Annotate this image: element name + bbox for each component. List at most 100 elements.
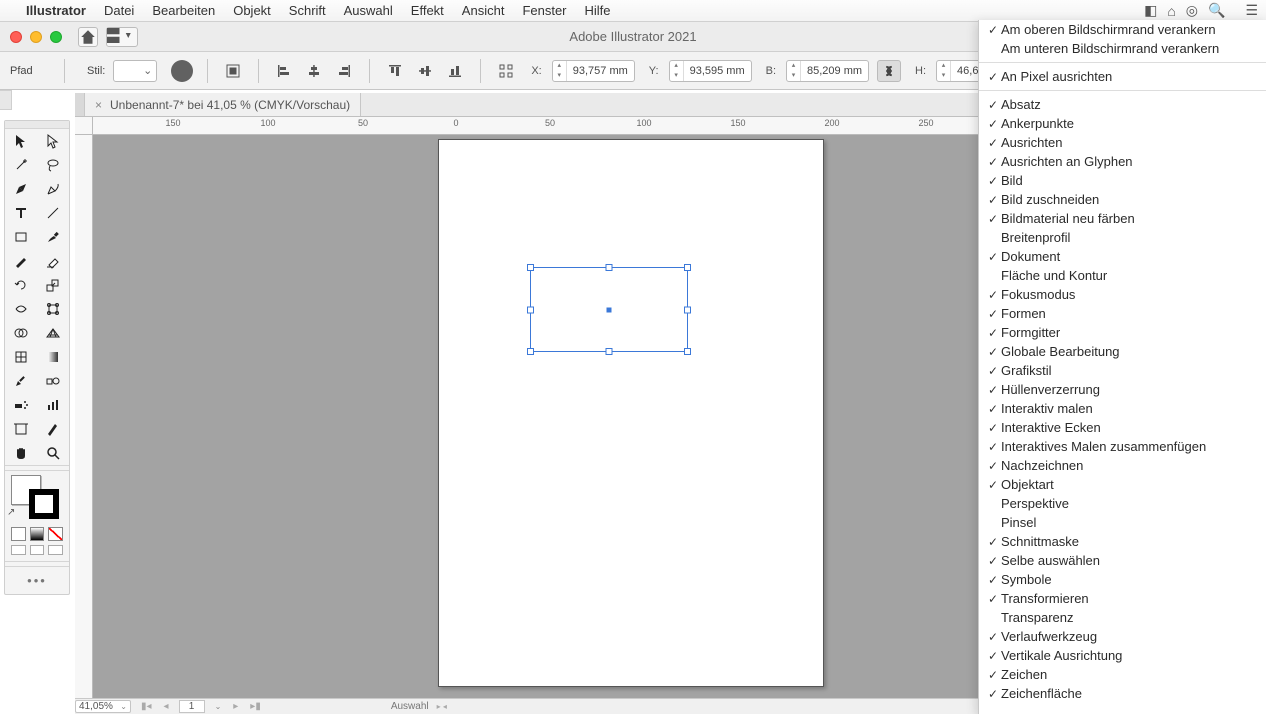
window-zoom-button[interactable] bbox=[50, 31, 62, 43]
menu-item[interactable]: ✓Formgitter bbox=[979, 323, 1266, 342]
selection-handle[interactable] bbox=[684, 348, 691, 355]
document-tab[interactable]: × Unbenannt-7* bei 41,05 % (CMYK/Vorscha… bbox=[85, 93, 361, 116]
column-graph-tool-icon[interactable] bbox=[37, 393, 69, 417]
menu-item[interactable]: Breitenprofil bbox=[979, 228, 1266, 247]
zoom-tool-icon[interactable] bbox=[37, 441, 69, 465]
menu-item[interactable]: ✓Verlaufwerkzeug bbox=[979, 627, 1266, 646]
draw-inside-icon[interactable] bbox=[48, 545, 63, 555]
menu-item[interactable]: ✓Zeichenfläche bbox=[979, 684, 1266, 703]
mesh-tool-icon[interactable] bbox=[5, 345, 37, 369]
y-value-field[interactable]: ▴▾93,595 mm bbox=[669, 60, 752, 82]
fill-stroke-widget[interactable]: ↗ bbox=[5, 471, 69, 525]
ruler-origin[interactable] bbox=[75, 117, 93, 135]
magic-wand-tool-icon[interactable] bbox=[5, 153, 37, 177]
curvature-tool-icon[interactable] bbox=[37, 177, 69, 201]
menu-item[interactable]: ✓An Pixel ausrichten bbox=[979, 67, 1266, 86]
shaper-tool-icon[interactable] bbox=[5, 249, 37, 273]
zoom-field[interactable]: 41,05%⌄ bbox=[75, 700, 131, 713]
menu-item[interactable]: ✓Zeichen bbox=[979, 665, 1266, 684]
menu-hilfe[interactable]: Hilfe bbox=[585, 3, 611, 18]
menu-item[interactable]: ✓Interaktives Malen zusammenfügen bbox=[979, 437, 1266, 456]
stroke-swatch[interactable] bbox=[29, 489, 59, 519]
align-hcenter-icon[interactable] bbox=[303, 60, 325, 82]
paintbrush-tool-icon[interactable] bbox=[37, 225, 69, 249]
artboard-last-icon[interactable]: ▸▮ bbox=[248, 701, 263, 712]
artboard-tool-icon[interactable] bbox=[5, 417, 37, 441]
menu-item[interactable]: Transparenz bbox=[979, 608, 1266, 627]
selection-handle[interactable] bbox=[684, 306, 691, 313]
menu-item[interactable]: ✓Ausrichten bbox=[979, 133, 1266, 152]
selection-handle[interactable] bbox=[527, 264, 534, 271]
width-value-field[interactable]: ▴▾85,209 mm bbox=[786, 60, 869, 82]
direct-selection-tool-icon[interactable] bbox=[37, 129, 69, 153]
rotate-tool-icon[interactable] bbox=[5, 273, 37, 297]
tabbar-grip[interactable] bbox=[75, 93, 85, 116]
menu-item[interactable]: Pinsel bbox=[979, 513, 1266, 532]
type-tool-icon[interactable] bbox=[5, 201, 37, 225]
menu-item[interactable]: ✓Symbole bbox=[979, 570, 1266, 589]
statusbar-icon[interactable]: ◧ bbox=[1144, 2, 1157, 19]
status-dropdown-icon[interactable]: ▸ ◂ bbox=[437, 702, 447, 711]
selection-handle[interactable] bbox=[684, 264, 691, 271]
link-wh-button[interactable] bbox=[877, 60, 901, 82]
menu-item[interactable]: ✓Transformieren bbox=[979, 589, 1266, 608]
symbol-sprayer-tool-icon[interactable] bbox=[5, 393, 37, 417]
menu-item[interactable]: Perspektive bbox=[979, 494, 1266, 513]
menu-item[interactable]: ✓Objektart bbox=[979, 475, 1266, 494]
workspace-switcher[interactable] bbox=[106, 27, 138, 47]
selection-tool-icon[interactable] bbox=[5, 129, 37, 153]
menu-item[interactable]: ✓Bild bbox=[979, 171, 1266, 190]
pen-tool-icon[interactable] bbox=[5, 177, 37, 201]
none-mode-icon[interactable] bbox=[48, 527, 63, 541]
free-transform-tool-icon[interactable] bbox=[37, 297, 69, 321]
scale-tool-icon[interactable] bbox=[37, 273, 69, 297]
perspective-grid-tool-icon[interactable] bbox=[37, 321, 69, 345]
selected-rectangle[interactable] bbox=[530, 267, 688, 352]
menu-item[interactable]: ✓Schnittmaske bbox=[979, 532, 1266, 551]
lasso-tool-icon[interactable] bbox=[37, 153, 69, 177]
control-center-icon[interactable]: ☰ bbox=[1245, 2, 1258, 19]
gradient-tool-icon[interactable] bbox=[37, 345, 69, 369]
selection-handle[interactable] bbox=[527, 348, 534, 355]
menu-effekt[interactable]: Effekt bbox=[411, 3, 444, 18]
menu-objekt[interactable]: Objekt bbox=[233, 3, 271, 18]
draw-normal-icon[interactable] bbox=[11, 545, 26, 555]
menu-ansicht[interactable]: Ansicht bbox=[462, 3, 505, 18]
edit-toolbar-button[interactable]: ••• bbox=[5, 567, 69, 594]
artboard-prev-icon[interactable]: ◂ bbox=[162, 701, 171, 712]
color-mode-icon[interactable] bbox=[11, 527, 26, 541]
spotlight-icon[interactable]: 🔍 bbox=[1208, 2, 1225, 19]
selection-handle[interactable] bbox=[606, 264, 613, 271]
selection-handle[interactable] bbox=[606, 348, 613, 355]
style-select[interactable]: ⌄ bbox=[113, 60, 157, 82]
width-tool-icon[interactable] bbox=[5, 297, 37, 321]
rectangle-tool-icon[interactable] bbox=[5, 225, 37, 249]
tools-grip[interactable] bbox=[5, 121, 69, 129]
draw-behind-icon[interactable] bbox=[30, 545, 45, 555]
vertical-ruler[interactable] bbox=[75, 135, 93, 700]
menu-item[interactable]: ✓Interaktiv malen bbox=[979, 399, 1266, 418]
menu-item[interactable]: ✓Hüllenverzerrung bbox=[979, 380, 1266, 399]
window-close-button[interactable] bbox=[10, 31, 22, 43]
window-minimize-button[interactable] bbox=[30, 31, 42, 43]
menu-item[interactable]: ✓Formen bbox=[979, 304, 1266, 323]
blend-tool-icon[interactable] bbox=[37, 369, 69, 393]
panel-collapse-strip[interactable] bbox=[0, 90, 12, 110]
align-left-icon[interactable] bbox=[273, 60, 295, 82]
menu-datei[interactable]: Datei bbox=[104, 3, 134, 18]
menu-schrift[interactable]: Schrift bbox=[289, 3, 326, 18]
home-button[interactable] bbox=[78, 27, 98, 47]
menu-bearbeiten[interactable]: Bearbeiten bbox=[152, 3, 215, 18]
hand-tool-icon[interactable] bbox=[5, 441, 37, 465]
swap-fill-stroke-icon[interactable]: ↗ bbox=[7, 507, 15, 518]
menu-item[interactable]: ✓Grafikstil bbox=[979, 361, 1266, 380]
cc-sync-icon[interactable]: ◎ bbox=[1186, 2, 1198, 19]
menu-fenster[interactable]: Fenster bbox=[522, 3, 566, 18]
menu-item[interactable]: ✓Bild zuschneiden bbox=[979, 190, 1266, 209]
menu-item[interactable]: ✓Globale Bearbeitung bbox=[979, 342, 1266, 361]
statusbar-icon[interactable]: ⌂ bbox=[1167, 3, 1175, 19]
artboard-first-icon[interactable]: ▮◂ bbox=[139, 701, 154, 712]
artboard-dropdown-icon[interactable]: ⌄ bbox=[213, 702, 224, 711]
slice-tool-icon[interactable] bbox=[37, 417, 69, 441]
gradient-mode-icon[interactable] bbox=[30, 527, 45, 541]
